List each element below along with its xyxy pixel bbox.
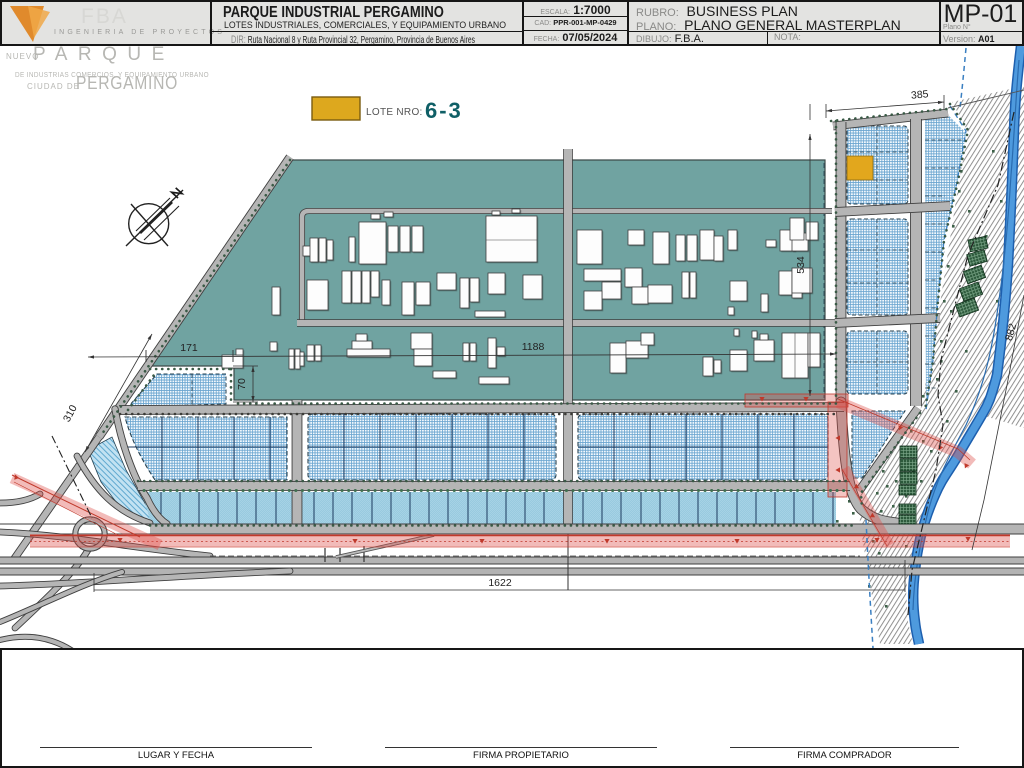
svg-text:LOTE NRO:: LOTE NRO: (366, 107, 423, 118)
svg-text:1188: 1188 (522, 341, 545, 353)
svg-text:6-3: 6-3 (425, 98, 463, 123)
svg-text:310: 310 (61, 403, 80, 424)
svg-text:171: 171 (180, 342, 198, 354)
svg-text:385: 385 (910, 88, 929, 101)
svg-text:1622: 1622 (488, 577, 512, 589)
svg-text:70: 70 (236, 378, 248, 390)
svg-text:534: 534 (795, 256, 807, 274)
